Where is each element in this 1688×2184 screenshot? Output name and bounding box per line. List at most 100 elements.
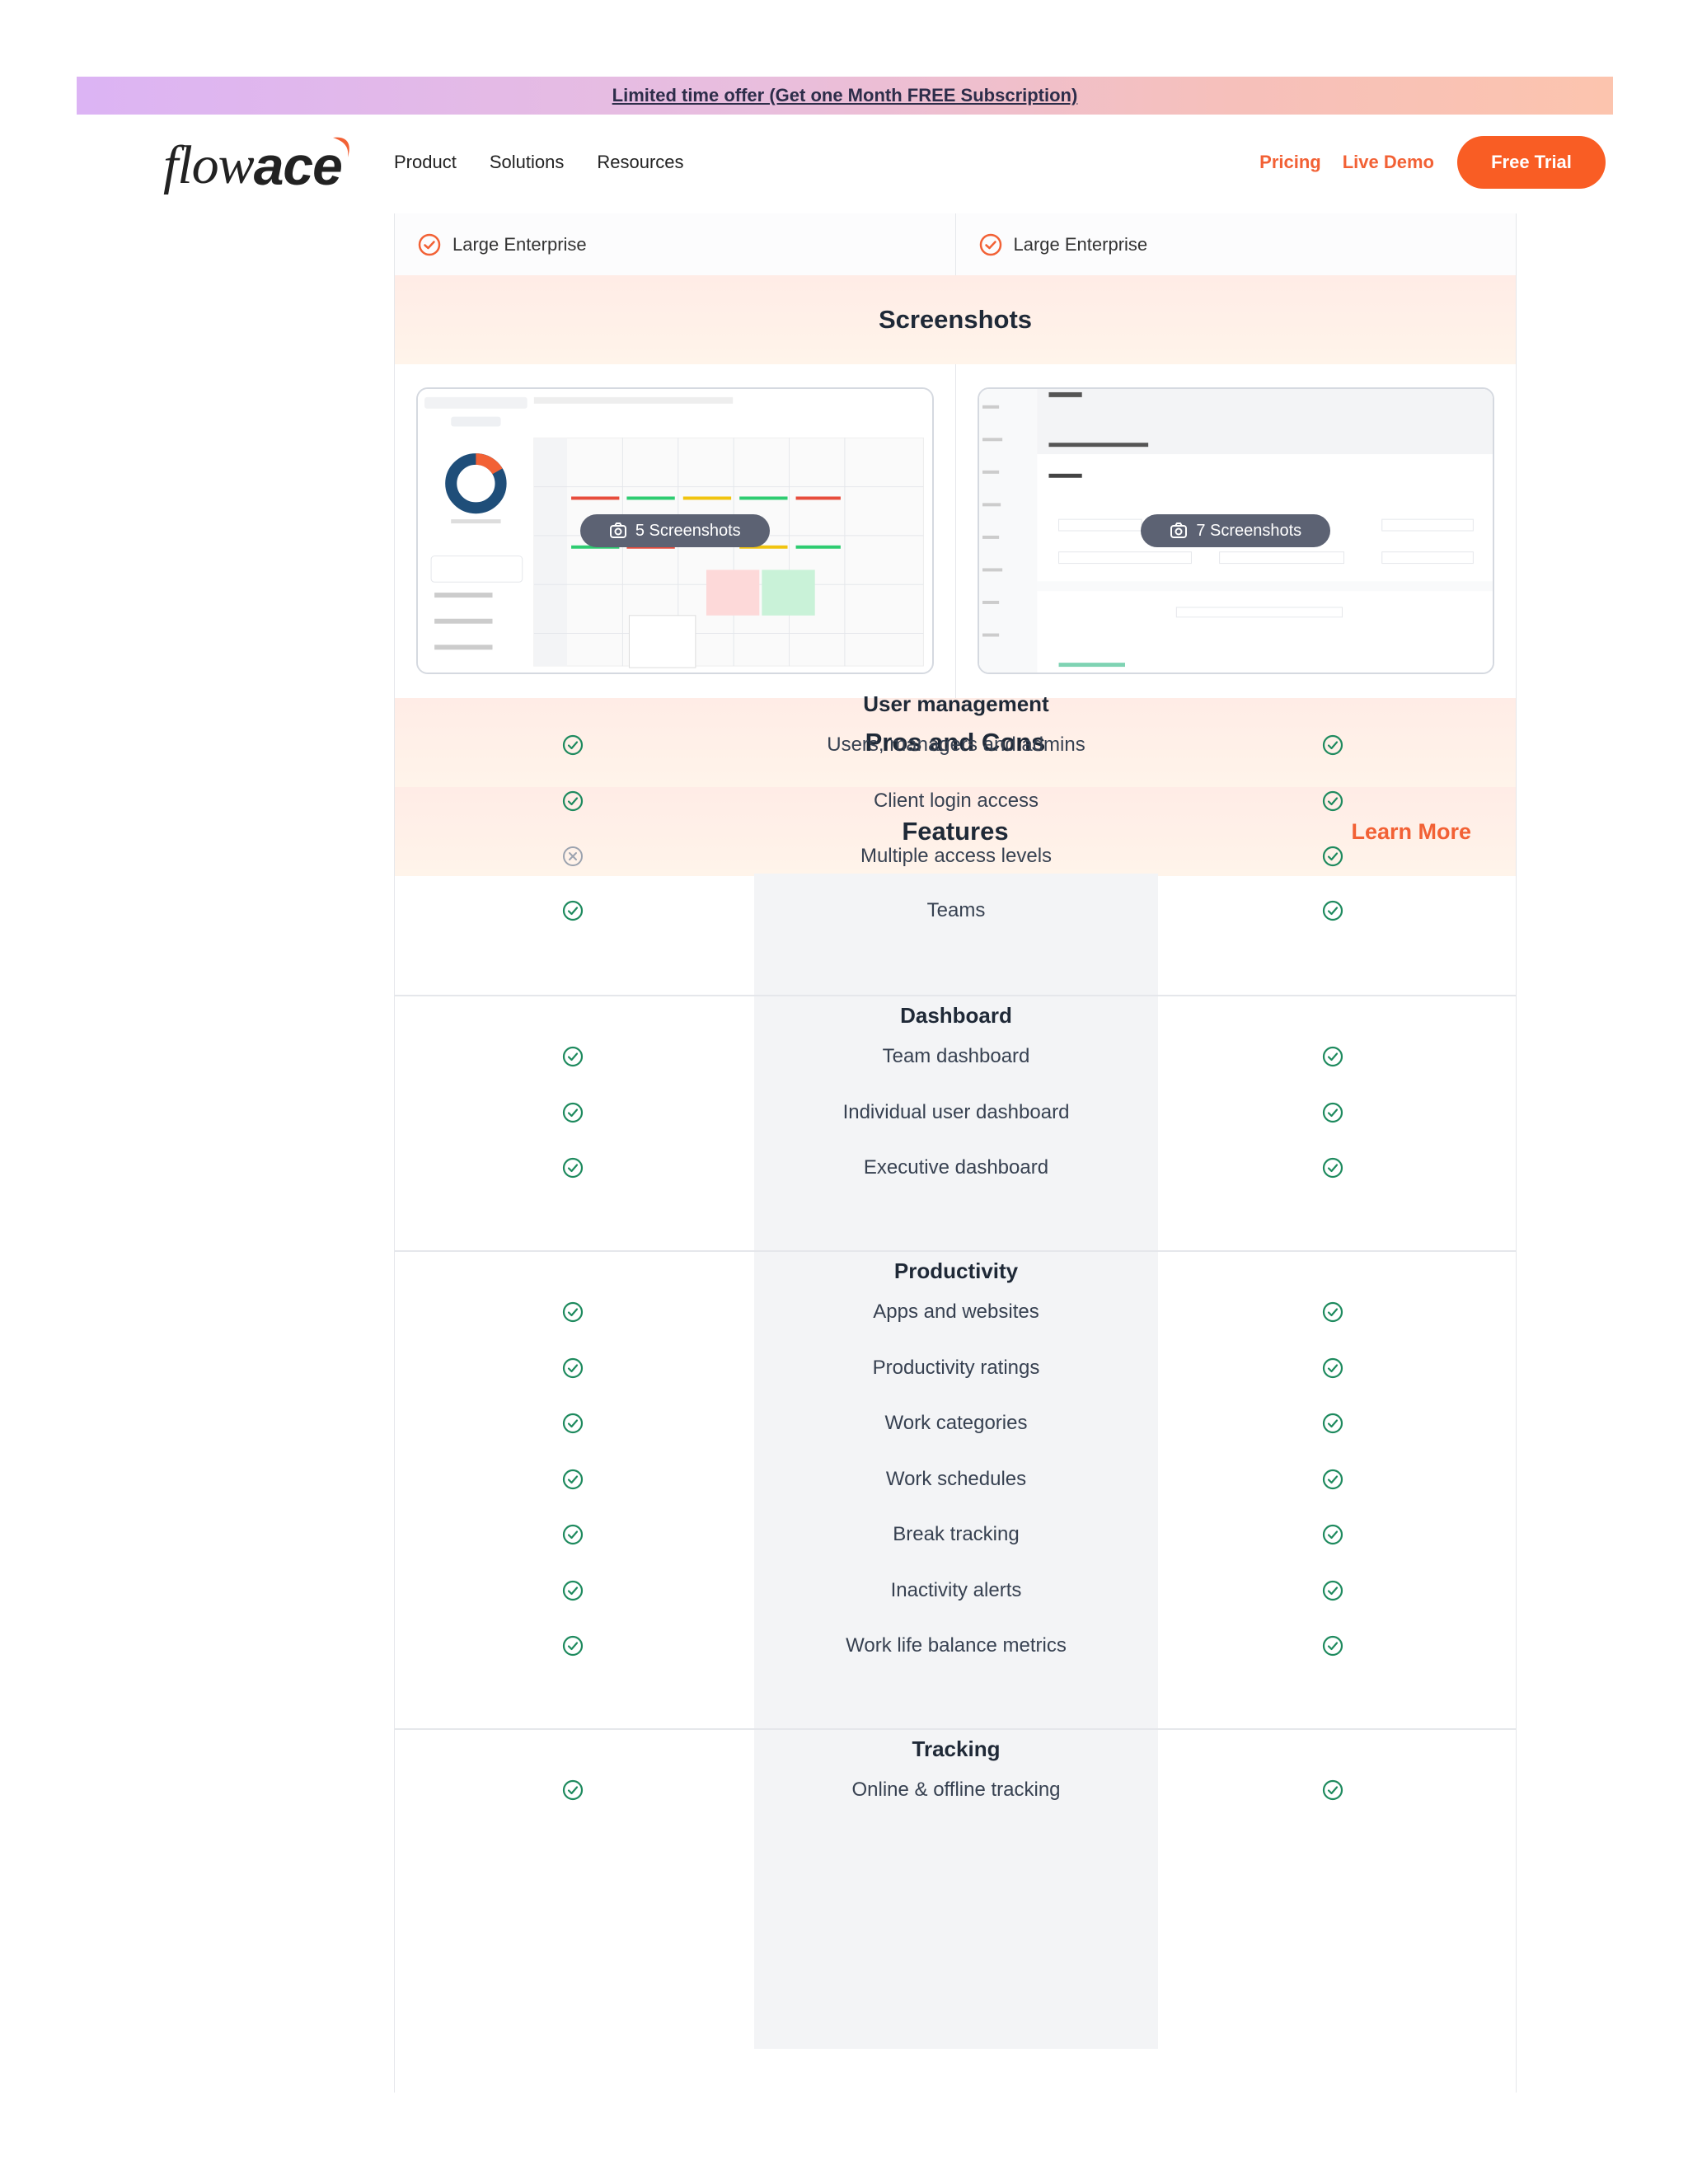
feature-row: Apps and websites — [395, 1296, 1516, 1329]
feature-section-title: Tracking — [912, 1736, 1001, 1761]
check-circle-icon — [562, 900, 584, 926]
check-circle-icon — [562, 734, 584, 760]
check-circle-icon — [1322, 1357, 1343, 1383]
feature-section-title: Productivity — [893, 1258, 1019, 1283]
check-circle-icon — [562, 1357, 584, 1383]
screenshots-heading: Screenshots — [395, 275, 1516, 364]
screenshot-thumbnail-invoice[interactable]: 7 Screenshots — [977, 387, 1494, 674]
check-circle-icon — [1322, 1046, 1343, 1071]
feature-row: Team dashboard — [395, 1040, 1516, 1073]
check-circle-icon — [562, 1046, 584, 1071]
logo-swoosh-icon — [333, 137, 349, 157]
feature-label: Team dashboard — [882, 1045, 1030, 1067]
check-circle-icon — [562, 1157, 584, 1183]
feature-row: Work schedules — [395, 1463, 1516, 1496]
check-circle-icon — [1322, 1301, 1343, 1327]
enterprise-cell-right: Large Enterprise — [956, 213, 1517, 275]
main-menu: Product Solutions Resources — [394, 152, 684, 173]
feature-label: Executive dashboard — [863, 1156, 1049, 1179]
enterprise-cell-left: Large Enterprise — [395, 213, 956, 275]
top-navigation: flow ace Product Solutions Resources Pric… — [0, 115, 1688, 213]
enterprise-row: Large Enterprise Large Enterprise — [395, 213, 1516, 275]
feature-row: Work categories — [395, 1407, 1516, 1440]
feature-row: Executive dashboard — [395, 1151, 1516, 1184]
promo-banner: Limited time offer (Get one Month FREE S… — [77, 77, 1613, 115]
check-circle-icon — [1322, 1157, 1343, 1183]
screenshots-count-badge-left[interactable]: 5 Screenshots — [579, 514, 770, 547]
feature-label: Work categories — [884, 1412, 1028, 1434]
orange-check-icon — [979, 233, 1001, 255]
section-divider — [395, 1250, 1516, 1252]
feature-row: Inactivity alerts — [395, 1574, 1516, 1607]
feature-label: Client login access — [873, 789, 1039, 812]
feature-row: Teams — [395, 894, 1516, 927]
section-divider — [395, 995, 1516, 996]
comparison-table: Large Enterprise Large Enterprise Screen… — [394, 213, 1517, 2093]
check-circle-icon — [1322, 1524, 1343, 1549]
screenshot-cell-left: 5 Screenshots — [395, 364, 956, 698]
feature-label: Inactivity alerts — [890, 1578, 1022, 1601]
screenshots-count-badge-right[interactable]: 7 Screenshots — [1141, 514, 1331, 547]
check-circle-icon — [562, 1102, 584, 1127]
screenshot-cell-right: 7 Screenshots — [956, 364, 1517, 698]
check-circle-icon — [562, 1469, 584, 1494]
feature-label: Work schedules — [885, 1467, 1027, 1490]
feature-label: Work life balance metrics — [846, 1634, 1067, 1657]
promo-link[interactable]: Limited time offer (Get one Month FREE S… — [612, 85, 1078, 106]
screenshots-row: 5 Screenshots 7 Screenshots — [395, 364, 1516, 698]
feature-row: Break tracking — [395, 1518, 1516, 1551]
x-circle-icon — [562, 846, 584, 871]
feature-row: Online & offline tracking — [395, 1774, 1516, 1807]
feature-row: Productivity ratings — [395, 1352, 1516, 1385]
feature-label: Break tracking — [893, 1523, 1020, 1545]
check-circle-icon — [562, 1635, 584, 1661]
screenshot-thumbnail-calendar[interactable]: 5 Screenshots — [416, 387, 934, 674]
nav-actions: Pricing Live Demo Free Trial — [1259, 136, 1606, 189]
feature-label: Individual user dashboard — [842, 1100, 1070, 1123]
check-circle-icon — [1322, 1413, 1343, 1438]
flowace-logo[interactable]: flow ace — [163, 131, 349, 197]
enterprise-label-right: Large Enterprise — [1013, 233, 1148, 255]
check-circle-icon — [1322, 1635, 1343, 1661]
check-circle-icon — [562, 1580, 584, 1605]
screenshots-count-right: 7 Screenshots — [1196, 521, 1302, 540]
enterprise-label-left: Large Enterprise — [452, 233, 587, 255]
screenshots-count-left: 5 Screenshots — [635, 521, 741, 540]
feature-section-title: Dashboard — [900, 1003, 1012, 1028]
menu-item-resources[interactable]: Resources — [597, 152, 683, 173]
check-circle-icon — [1322, 734, 1343, 760]
pricing-link[interactable]: Pricing — [1259, 152, 1321, 173]
check-circle-icon — [562, 790, 584, 816]
section-divider — [395, 1728, 1516, 1730]
feature-row: Users, managers and admins — [395, 729, 1516, 762]
feature-label: Apps and websites — [873, 1301, 1039, 1323]
check-circle-icon — [1322, 790, 1343, 816]
live-demo-link[interactable]: Live Demo — [1343, 152, 1434, 173]
feature-row: Work life balance metrics — [395, 1629, 1516, 1662]
feature-label: Multiple access levels — [860, 845, 1053, 867]
feature-label: Online & offline tracking — [851, 1779, 1061, 1801]
feature-row: Multiple access levels — [395, 840, 1516, 873]
check-circle-icon — [1322, 1102, 1343, 1127]
menu-item-solutions[interactable]: Solutions — [490, 152, 565, 173]
check-circle-icon — [1322, 1779, 1343, 1805]
camera-icon — [1170, 523, 1188, 538]
check-circle-icon — [562, 1524, 584, 1549]
menu-item-product[interactable]: Product — [394, 152, 457, 173]
check-circle-icon — [562, 1413, 584, 1438]
feature-label: Users, managers and admins — [827, 733, 1085, 756]
check-circle-icon — [1322, 846, 1343, 871]
feature-row: Individual user dashboard — [395, 1096, 1516, 1129]
feature-section-title: User management — [863, 691, 1049, 716]
check-circle-icon — [1322, 1580, 1343, 1605]
logo-text-light: flow — [163, 135, 255, 195]
feature-label: Teams — [926, 898, 986, 921]
free-trial-button[interactable]: Free Trial — [1457, 136, 1606, 189]
check-circle-icon — [1322, 900, 1343, 926]
camera-icon — [609, 523, 626, 538]
check-circle-icon — [562, 1779, 584, 1805]
feature-row: Client login access — [395, 785, 1516, 818]
check-circle-icon — [1322, 1469, 1343, 1494]
orange-check-icon — [418, 233, 441, 255]
check-circle-icon — [562, 1301, 584, 1327]
